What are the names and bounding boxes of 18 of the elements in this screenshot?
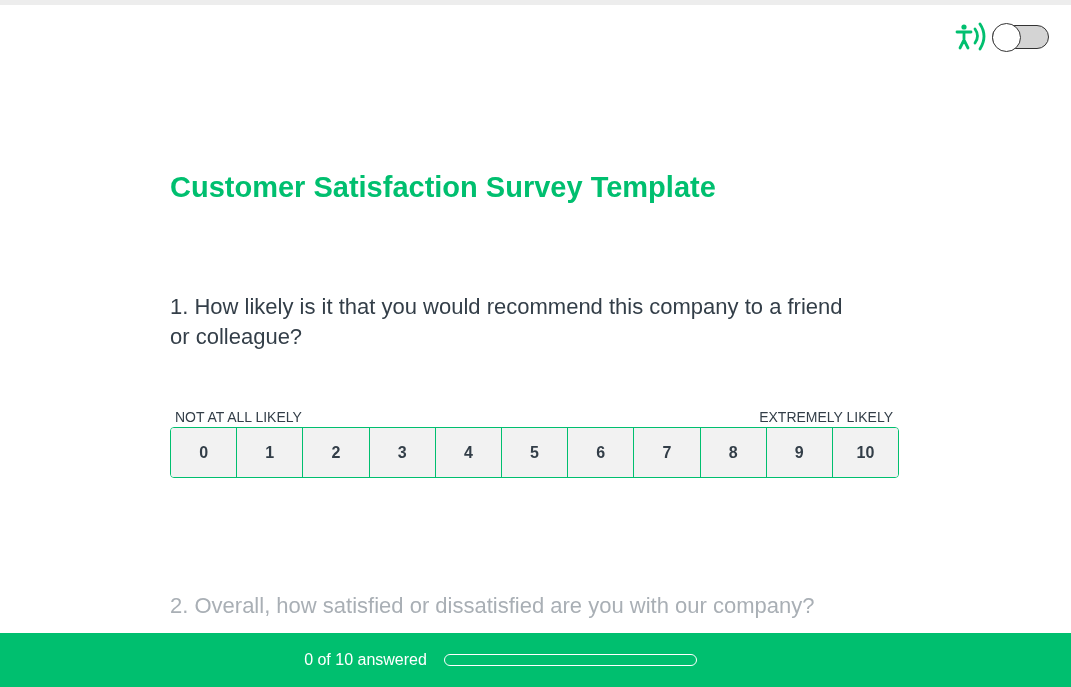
scale-label: NOT AT ALL LIKELY [175,408,302,426]
rating-option[interactable]: 5 [500,428,568,477]
rating-option[interactable]: 9 [765,428,832,477]
question-text: 2. Overall, how satisfied or dissatisfied are you with our company? [170,592,816,620]
rating-option[interactable]: 3 [368,428,435,477]
rating-option[interactable]: 1 [236,428,303,477]
rating-option[interactable]: 2 [302,428,369,477]
progress-text: 0 of 10 answered [304,650,427,670]
rating-option[interactable]: 6 [567,428,634,477]
rating-option[interactable]: 4 [434,428,501,477]
question-text: 1. How likely is it that you would recommend this company to a friend or colleague? [170,293,844,351]
toggle-switch[interactable] [992,24,1049,49]
rating-option[interactable]: 8 [699,428,766,477]
rating-option[interactable]: 0 [171,428,237,477]
rating-option[interactable]: 7 [633,428,700,477]
rating-option[interactable]: 10 [831,428,898,477]
survey-title: Customer Satisfaction Survey Template [170,170,717,205]
scale-label: EXTREMELY LIKELY [759,408,893,426]
